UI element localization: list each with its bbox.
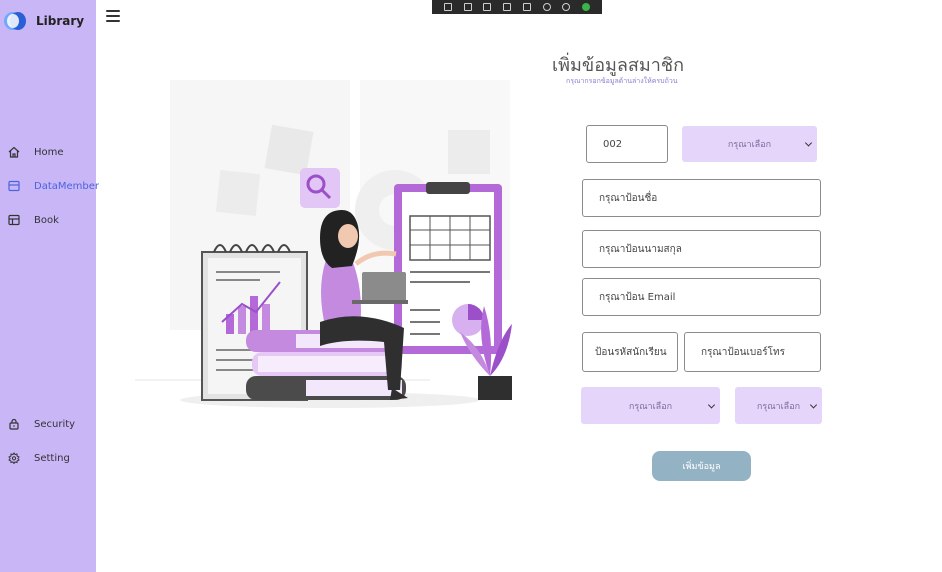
bottom-left-select-label: กรุณาเลือก [628,401,673,412]
toolbar-icon[interactable] [562,3,571,11]
toolbar-icon[interactable] [463,3,472,11]
reading-woman-illustration [135,80,512,408]
chevron-down-icon [809,400,818,409]
brand[interactable]: Library [4,12,84,30]
sidebar-item-security[interactable]: Security [8,418,75,430]
last-name-placeholder: กรุณาป้อนนามสกุล [599,243,682,255]
add-data-button[interactable]: เพิ่มข้อมูล [652,451,751,481]
home-icon [8,146,20,158]
phone-input[interactable]: กรุณาป้อนเบอร์โทร [684,332,821,372]
lock-icon [9,418,19,430]
last-name-input[interactable]: กรุณาป้อนนามสกุล [582,230,821,268]
sidebar-item-label: Home [34,146,64,158]
check-icon[interactable] [582,3,591,11]
toolbar-icon[interactable] [542,3,551,11]
gear-icon [8,452,20,464]
sidebar-item-label: Book [34,214,59,226]
sidebar-item-label: DataMember [34,180,100,192]
first-name-placeholder: กรุณาป้อนชื่อ [599,192,658,204]
sidebar-item-book[interactable]: Book [8,214,59,226]
toolbar-icon[interactable] [503,3,512,11]
sidebar-item-label: Setting [34,452,70,464]
sidebar-item-home[interactable]: Home [8,146,64,158]
member-icon [8,180,20,192]
library-logo-icon [4,12,26,30]
chevron-down-icon [804,139,813,147]
chevron-down-icon [707,400,716,409]
email-placeholder: กรุณาป้อน Email [599,291,676,303]
book-icon [8,214,20,226]
sidebar-item-label: Security [34,418,76,430]
menu-toggle-icon[interactable] [106,10,120,22]
member-id-value: 002 [603,138,623,150]
bottom-right-select-label: กรุณาเลือก [756,401,801,412]
sidebar-item-setting[interactable]: Setting [8,452,70,464]
toolbar-icon[interactable] [443,3,452,11]
email-input[interactable]: กรุณาป้อน Email [582,278,821,316]
toolbar-icon[interactable] [483,3,492,11]
overlay-toolbar [432,0,602,14]
bottom-right-select[interactable]: กรุณาเลือก [735,387,822,424]
top-select-label: กรุณาเลือก [727,140,772,150]
sidebar-item-datamember[interactable]: DataMember [8,180,99,192]
member-id-field[interactable]: 002 [586,125,668,163]
page: Library Home DataMember Book Security Se… [0,0,942,572]
page-title: เพิ่มข้อมูลสมาชิก [552,55,684,76]
sidebar: Library Home DataMember Book Security Se… [0,0,99,572]
phone-placeholder: กรุณาป้อนเบอร์โทร [701,346,785,358]
bottom-left-select[interactable]: กรุณาเลือก [581,387,720,424]
student-id-input[interactable]: ป้อนรหัสนักเรียน [582,332,678,372]
page-subtitle: กรุณากรอกข้อมูลด้านล่างให้ครบถ้วน [566,77,678,85]
first-name-input[interactable]: กรุณาป้อนชื่อ [582,179,821,217]
toolbar-icon[interactable] [522,3,531,11]
top-select[interactable]: กรุณาเลือก [682,126,817,162]
student-id-placeholder: ป้อนรหัสนักเรียน [595,346,667,358]
brand-label: Library [36,14,85,28]
